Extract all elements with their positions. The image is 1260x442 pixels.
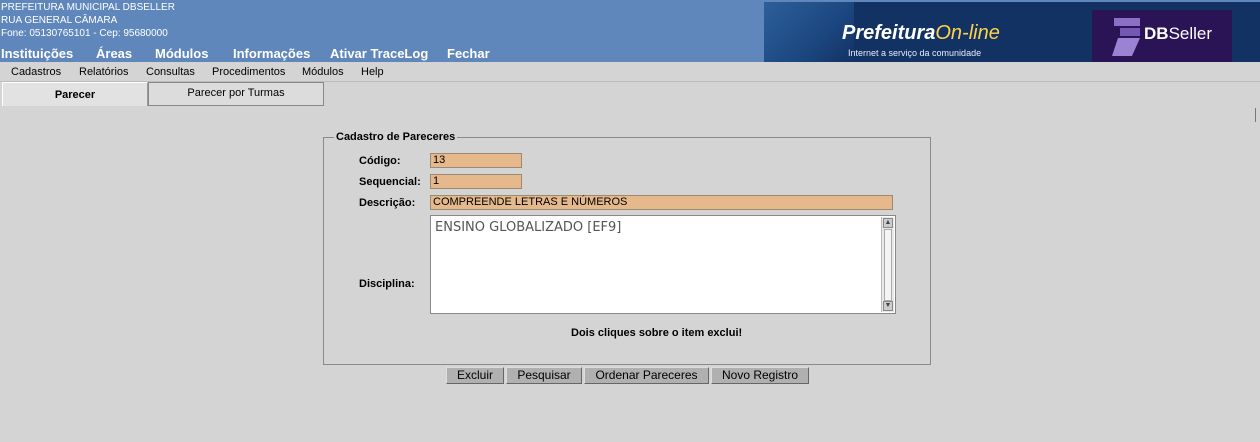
menu-informacoes[interactable]: Informações bbox=[233, 46, 310, 61]
tab-parecer[interactable]: Parecer bbox=[2, 82, 148, 106]
scroll-down-icon[interactable]: ▼ bbox=[883, 301, 893, 311]
brand-tagline: Internet a serviço da comunidade bbox=[848, 48, 982, 58]
org-name: PREFEITURA MUNICIPAL DBSELLER bbox=[1, 2, 175, 13]
tab-parecer-por-turmas[interactable]: Parecer por Turmas bbox=[148, 82, 324, 106]
list-item[interactable]: ENSINO GLOBALIZADO [EF9] bbox=[435, 220, 621, 235]
menu-ativar-tracelog[interactable]: Ativar TraceLog bbox=[330, 46, 428, 61]
submenu-consultas[interactable]: Consultas bbox=[146, 66, 195, 78]
menu-fechar[interactable]: Fechar bbox=[447, 46, 490, 61]
menu-modulos[interactable]: Módulos bbox=[155, 46, 208, 61]
sequencial-label: Sequencial: bbox=[359, 176, 421, 188]
brand-banner: PrefeituraOn-line Internet a serviço da … bbox=[764, 2, 1260, 62]
pesquisar-button[interactable]: Pesquisar bbox=[506, 367, 582, 384]
delete-hint: Dois cliques sobre o item exclui! bbox=[571, 327, 743, 339]
descricao-label: Descrição: bbox=[359, 197, 416, 209]
disciplina-listbox[interactable]: ENSINO GLOBALIZADO [EF9] ▲ ▼ bbox=[430, 215, 896, 314]
excluir-button[interactable]: Excluir bbox=[446, 367, 504, 384]
app-header: PREFEITURA MUNICIPAL DBSELLER RUA GENERA… bbox=[0, 0, 1260, 62]
menu-areas[interactable]: Áreas bbox=[96, 46, 132, 61]
submenu-modulos[interactable]: Módulos bbox=[302, 66, 344, 78]
disciplina-label: Disciplina: bbox=[359, 278, 415, 290]
submenu-cadastros[interactable]: Cadastros bbox=[11, 66, 61, 78]
dbseller-wordmark: DBSeller bbox=[1144, 24, 1213, 43]
fieldset-legend: Cadastro de Pareceres bbox=[334, 131, 458, 143]
ordenar-pareceres-button[interactable]: Ordenar Pareceres bbox=[584, 367, 709, 384]
codigo-field[interactable]: 13 bbox=[430, 153, 522, 168]
scroll-up-icon[interactable]: ▲ bbox=[883, 218, 893, 228]
sub-menu: Cadastros Relatórios Consultas Procedime… bbox=[0, 62, 1260, 82]
org-address: RUA GENERAL CÂMARA bbox=[1, 15, 118, 26]
dbseller-mark-icon bbox=[1112, 18, 1140, 56]
submenu-relatorios[interactable]: Relatórios bbox=[79, 66, 129, 78]
submenu-procedimentos[interactable]: Procedimentos bbox=[212, 66, 285, 78]
submenu-help[interactable]: Help bbox=[361, 66, 384, 78]
novo-registro-button[interactable]: Novo Registro bbox=[711, 367, 809, 384]
listbox-scrollbar[interactable]: ▲ ▼ bbox=[881, 217, 894, 312]
menu-instituicoes[interactable]: Instituições bbox=[1, 46, 73, 61]
banner-decoration bbox=[764, 2, 854, 62]
sequencial-field[interactable]: 1 bbox=[430, 174, 522, 189]
codigo-label: Código: bbox=[359, 155, 401, 167]
brand-logo: PrefeituraOn-line bbox=[842, 22, 1000, 44]
dbseller-logo: DBSeller bbox=[1092, 10, 1232, 62]
scroll-edge-marker bbox=[1255, 108, 1260, 122]
scroll-thumb[interactable] bbox=[884, 229, 892, 301]
org-contact: Fone: 05130765101 - Cep: 95680000 bbox=[1, 28, 168, 39]
descricao-field[interactable]: COMPREENDE LETRAS E NÚMEROS bbox=[430, 195, 893, 210]
